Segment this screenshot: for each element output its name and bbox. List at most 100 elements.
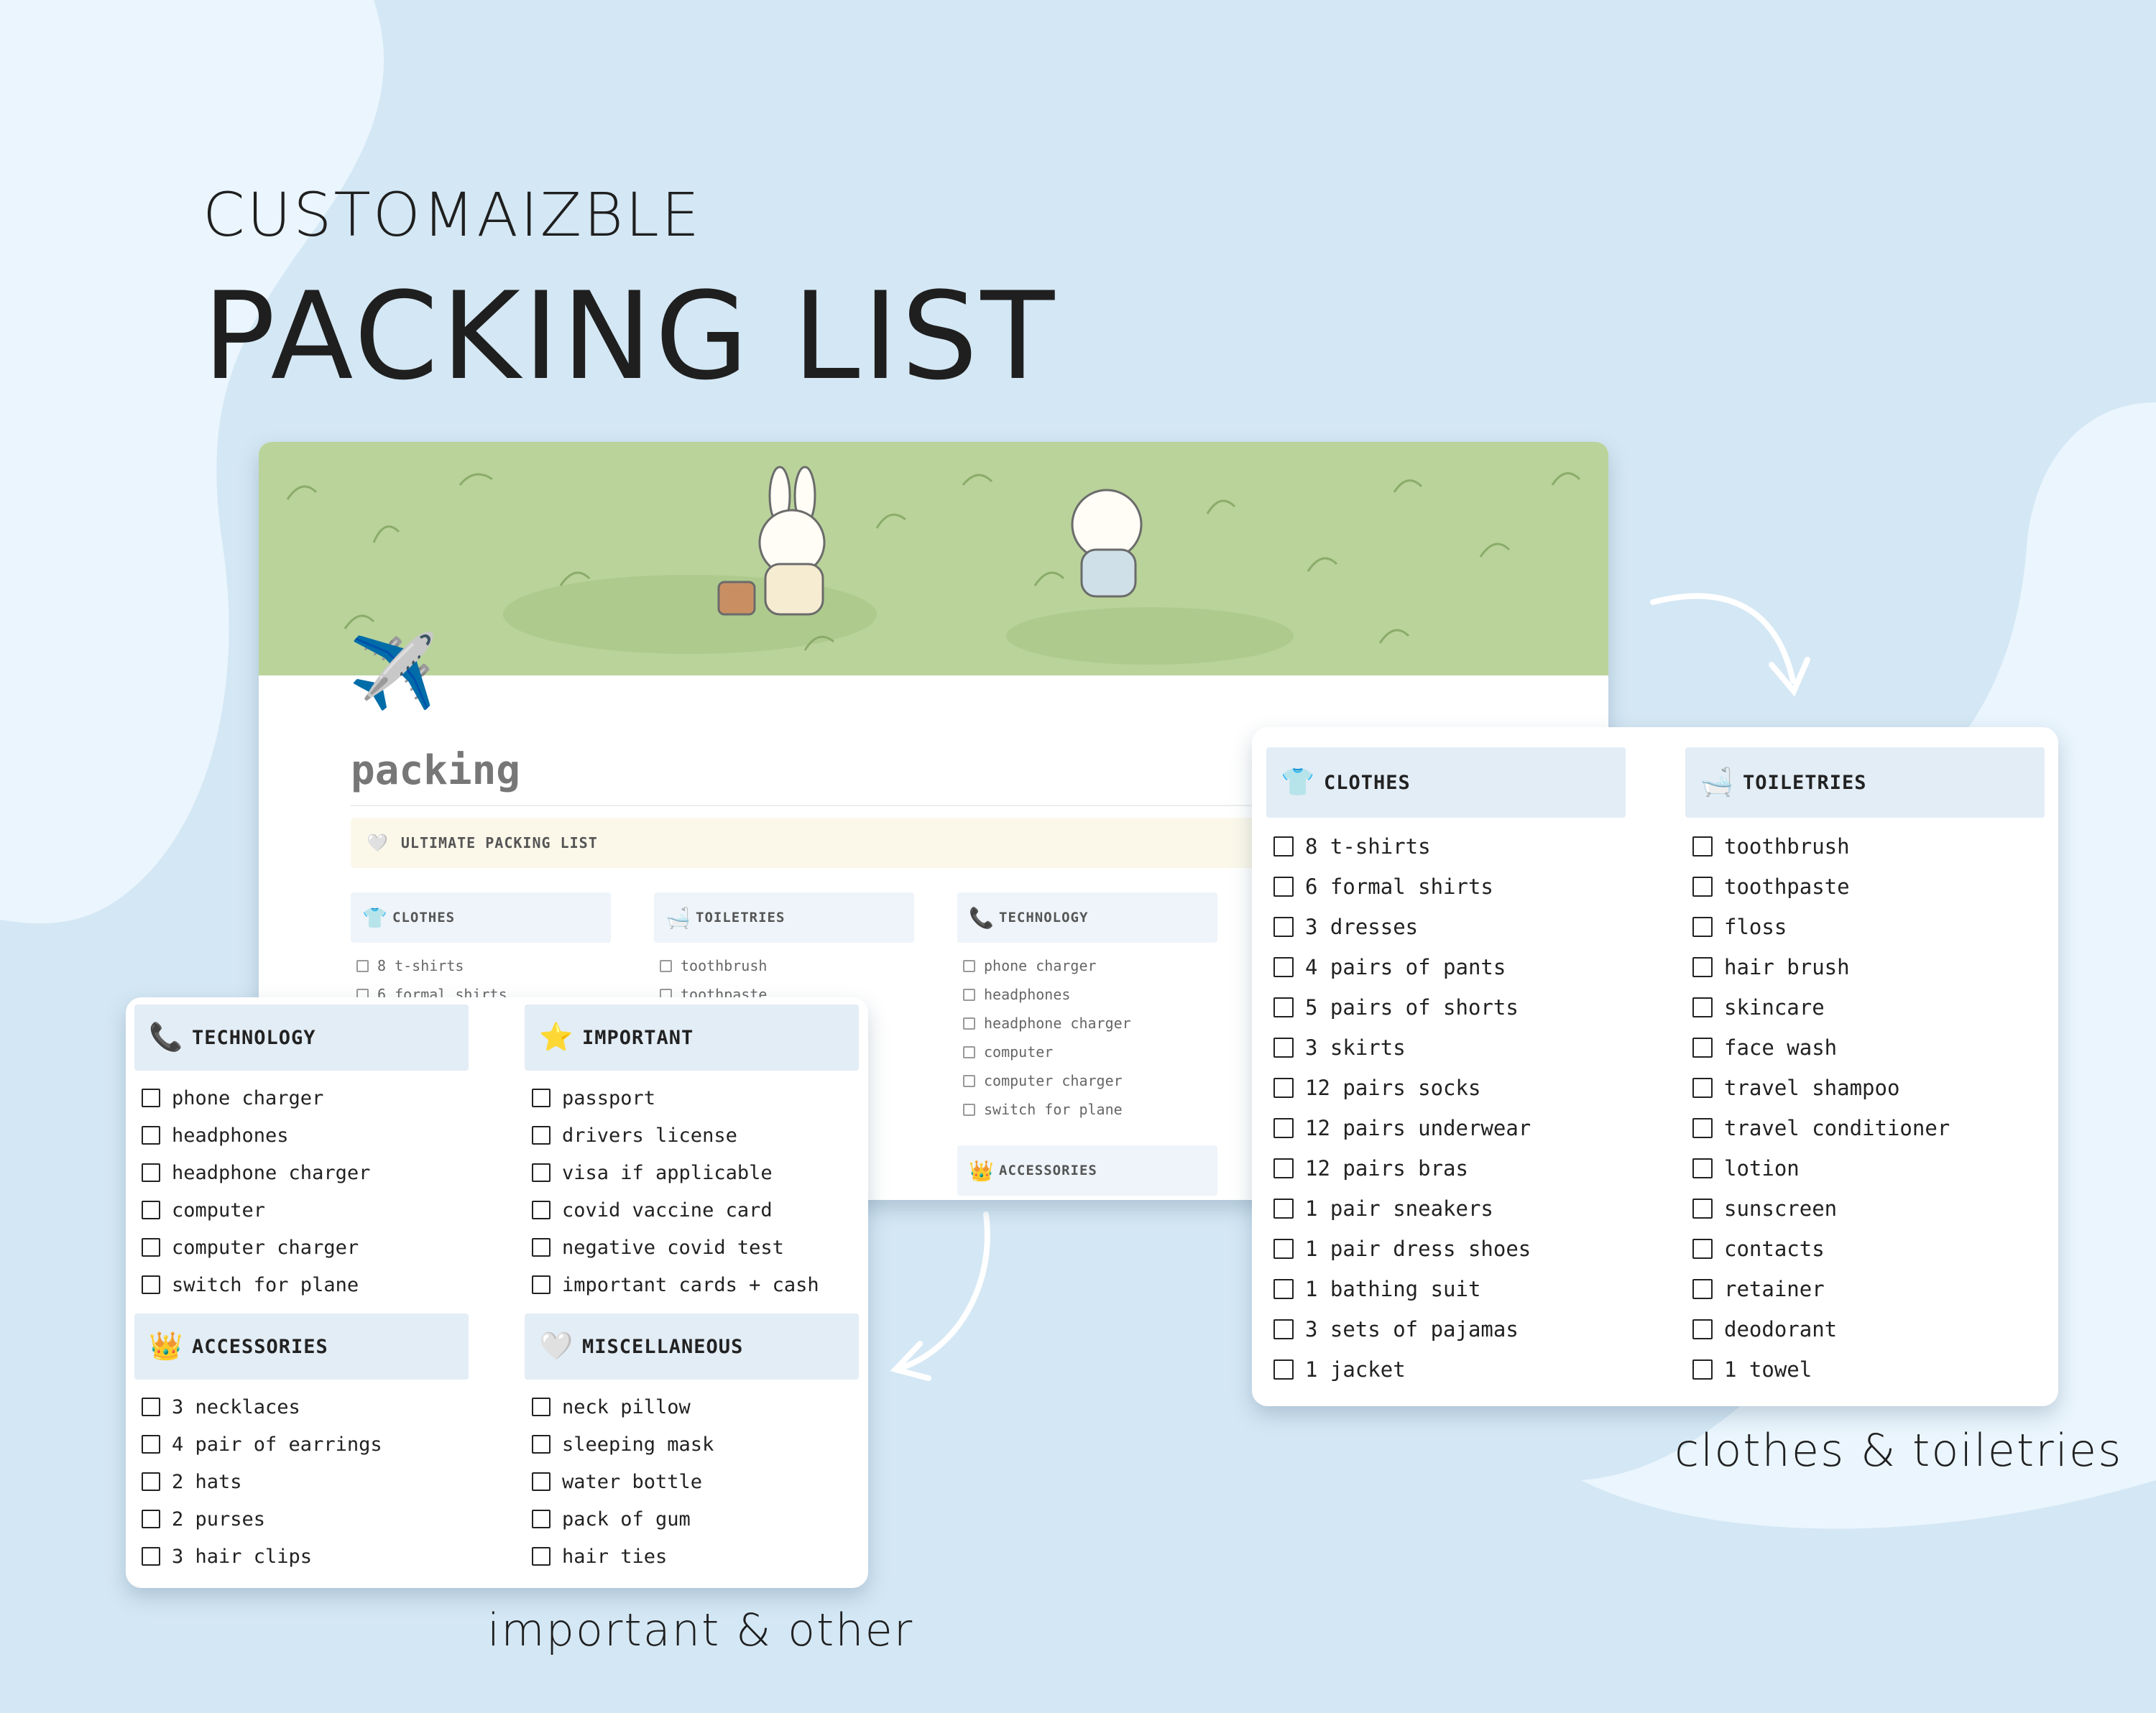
checkbox[interactable] — [1692, 1279, 1713, 1299]
checkbox[interactable] — [1692, 1158, 1713, 1178]
checklist-item[interactable]: 4 pair of earrings — [134, 1426, 469, 1463]
checkbox[interactable] — [963, 959, 975, 972]
checkbox[interactable] — [1273, 1359, 1294, 1380]
checkbox[interactable] — [142, 1163, 160, 1182]
checklist-item[interactable]: 4 pairs of pants — [1266, 947, 1626, 987]
list-item[interactable]: 8 t-shirts — [351, 951, 611, 980]
checkbox[interactable] — [963, 1045, 975, 1058]
checklist-item[interactable]: water bottle — [525, 1463, 859, 1500]
list-item[interactable]: headphones — [957, 980, 1217, 1009]
checklist-item[interactable]: retainer — [1685, 1269, 2045, 1309]
checkbox[interactable] — [1273, 1279, 1294, 1299]
checklist-item[interactable]: 3 necklaces — [134, 1388, 469, 1426]
checklist-item[interactable]: important cards + cash — [525, 1266, 859, 1303]
checklist-item[interactable]: hair brush — [1685, 947, 2045, 987]
checkbox[interactable] — [1692, 1359, 1713, 1380]
checklist-item[interactable]: switch for plane — [134, 1266, 469, 1303]
checkbox[interactable] — [142, 1435, 160, 1454]
checkbox[interactable] — [142, 1510, 160, 1528]
list-item[interactable]: computer charger — [957, 1066, 1217, 1095]
checkbox[interactable] — [1692, 1319, 1713, 1339]
checklist-item[interactable]: visa if applicable — [525, 1154, 859, 1191]
checkbox[interactable] — [532, 1163, 550, 1182]
checklist-item[interactable]: 6 formal shirts — [1266, 867, 1626, 907]
checklist-item[interactable]: hair ties — [525, 1538, 859, 1575]
checkbox[interactable] — [1273, 917, 1294, 937]
page-column-header[interactable]: 📞 TECHNOLOGY — [957, 892, 1217, 943]
checkbox[interactable] — [1692, 877, 1713, 897]
checkbox[interactable] — [142, 1472, 160, 1491]
checkbox[interactable] — [963, 1074, 975, 1087]
section-header[interactable]: 🤍 MISCELLANEOUS — [525, 1313, 859, 1380]
checklist-item[interactable]: 3 dresses — [1266, 907, 1626, 947]
checkbox[interactable] — [532, 1547, 550, 1566]
checklist-item[interactable]: pack of gum — [525, 1500, 859, 1538]
checkbox[interactable] — [1273, 1199, 1294, 1219]
checklist-item[interactable]: 3 skirts — [1266, 1028, 1626, 1068]
checkbox[interactable] — [1692, 1038, 1713, 1058]
checkbox[interactable] — [1273, 836, 1294, 856]
checkbox[interactable] — [142, 1398, 160, 1416]
section-header[interactable]: 👕 CLOTHES — [1266, 747, 1626, 818]
section-header[interactable]: 👑 ACCESSORIES — [134, 1313, 469, 1380]
checkbox[interactable] — [142, 1275, 160, 1294]
checklist-item[interactable]: headphone charger — [134, 1154, 469, 1191]
checklist-item[interactable]: passport — [525, 1079, 859, 1117]
checkbox[interactable] — [1692, 836, 1713, 856]
checkbox[interactable] — [660, 959, 672, 972]
page-column-header[interactable]: 👕 CLOTHES — [351, 892, 611, 943]
checklist-item[interactable]: lotion — [1685, 1148, 2045, 1188]
checklist-item[interactable]: 2 purses — [134, 1500, 469, 1538]
list-item[interactable]: toothbrush — [654, 951, 914, 980]
checklist-item[interactable]: 8 t-shirts — [1266, 826, 1626, 867]
checkbox[interactable] — [532, 1398, 550, 1416]
checklist-item[interactable]: computer charger — [134, 1229, 469, 1266]
checkbox[interactable] — [1273, 1118, 1294, 1138]
checklist-item[interactable]: 12 pairs socks — [1266, 1068, 1626, 1108]
checkbox[interactable] — [1273, 957, 1294, 977]
checkbox[interactable] — [142, 1126, 160, 1145]
checklist-item[interactable]: phone charger — [134, 1079, 469, 1117]
checkbox[interactable] — [1692, 1078, 1713, 1098]
checklist-item[interactable]: toothbrush — [1685, 826, 2045, 867]
checkbox[interactable] — [1692, 957, 1713, 977]
checkbox[interactable] — [1273, 1078, 1294, 1098]
checklist-item[interactable]: 1 pair dress shoes — [1266, 1229, 1626, 1269]
checkbox[interactable] — [1273, 877, 1294, 897]
page-column-header[interactable]: 👑 ACCESSORIES — [957, 1145, 1217, 1196]
checklist-item[interactable]: covid vaccine card — [525, 1191, 859, 1229]
checkbox[interactable] — [532, 1510, 550, 1528]
checklist-item[interactable]: neck pillow — [525, 1388, 859, 1426]
section-header[interactable]: 📞 TECHNOLOGY — [134, 1005, 469, 1071]
checklist-item[interactable]: headphones — [134, 1117, 469, 1154]
checkbox[interactable] — [1692, 1118, 1713, 1138]
checklist-item[interactable]: 1 towel — [1685, 1349, 2045, 1390]
checklist-item[interactable]: negative covid test — [525, 1229, 859, 1266]
list-item[interactable]: computer — [957, 1038, 1217, 1066]
checkbox[interactable] — [1692, 997, 1713, 1017]
checklist-item[interactable]: sleeping mask — [525, 1426, 859, 1463]
checkbox[interactable] — [1692, 1239, 1713, 1259]
checklist-item[interactable]: 1 jacket — [1266, 1349, 1626, 1390]
page-title[interactable]: packing — [351, 747, 520, 794]
checklist-item[interactable]: computer — [134, 1191, 469, 1229]
checkbox[interactable] — [142, 1201, 160, 1219]
checkbox[interactable] — [142, 1547, 160, 1566]
checklist-item[interactable]: deodorant — [1685, 1309, 2045, 1349]
checklist-item[interactable]: 1 pair sneakers — [1266, 1188, 1626, 1229]
checkbox[interactable] — [1273, 1239, 1294, 1259]
checkbox[interactable] — [532, 1435, 550, 1454]
checkbox[interactable] — [356, 959, 369, 972]
checklist-item[interactable]: 5 pairs of shorts — [1266, 987, 1626, 1028]
checkbox[interactable] — [532, 1201, 550, 1219]
list-item[interactable]: headphone charger — [957, 1009, 1217, 1038]
checklist-item[interactable]: sunscreen — [1685, 1188, 2045, 1229]
checkbox[interactable] — [142, 1089, 160, 1107]
checklist-item[interactable]: drivers license — [525, 1117, 859, 1154]
checkbox[interactable] — [1273, 1038, 1294, 1058]
checkbox[interactable] — [1273, 1319, 1294, 1339]
checkbox[interactable] — [1273, 997, 1294, 1017]
checklist-item[interactable]: 3 hair clips — [134, 1538, 469, 1575]
checkbox[interactable] — [1273, 1158, 1294, 1178]
section-header[interactable]: ⭐ IMPORTANT — [525, 1005, 859, 1071]
